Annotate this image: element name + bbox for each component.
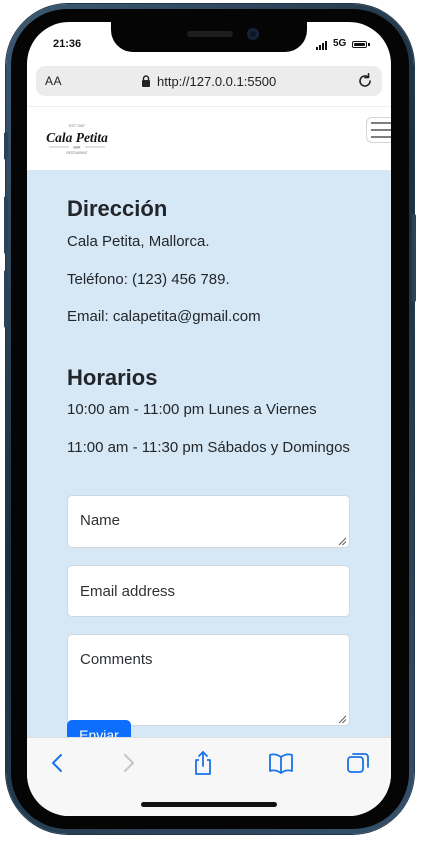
volume-down-button — [4, 270, 8, 328]
direccion-heading: Dirección — [67, 196, 168, 221]
url-text[interactable]: http://127.0.0.1:5500 — [157, 74, 276, 89]
reload-icon[interactable] — [356, 72, 374, 90]
weekday-hours: 10:00 am - 11:00 pm Lunes a Viernes — [67, 401, 317, 418]
share-icon[interactable] — [190, 750, 216, 776]
text-size-button[interactable]: AA — [45, 74, 62, 88]
lock-icon — [142, 75, 150, 87]
battery-icon — [352, 41, 367, 48]
site-header: EST 1987 Cala Petita BAR RESTAURANT — [27, 106, 391, 171]
weekend-hours: 11:00 am - 11:30 pm Sábados y Domingos — [67, 439, 350, 456]
comments-field[interactable] — [67, 634, 350, 726]
status-time: 21:36 — [53, 38, 82, 50]
logo-upper-text: EST 1987 — [69, 124, 85, 128]
forward-icon — [124, 754, 134, 772]
address-bar[interactable]: AA http://127.0.0.1:5500 — [36, 66, 382, 96]
name-field[interactable] — [67, 495, 350, 548]
email-field[interactable] — [67, 565, 350, 617]
tabs-icon[interactable] — [345, 750, 371, 776]
horarios-heading: Horarios — [67, 365, 158, 390]
logo-main-text: Cala Petita — [46, 130, 108, 145]
address-text: Cala Petita, Mallorca. — [67, 233, 210, 250]
browser-toolbar — [27, 737, 391, 816]
bookmarks-icon[interactable] — [268, 750, 294, 776]
phone-text: Teléfono: (123) 456 789. — [67, 271, 230, 288]
resize-grip-icon[interactable] — [338, 715, 347, 724]
speaker — [187, 31, 233, 37]
mute-switch — [4, 132, 8, 160]
volume-up-button — [4, 196, 8, 254]
power-button — [412, 214, 416, 302]
notch — [111, 22, 307, 52]
contact-section: Dirección Cala Petita, Mallorca. Teléfon… — [27, 170, 391, 770]
front-camera — [247, 28, 259, 40]
back-icon[interactable] — [45, 750, 71, 776]
battery-cap — [368, 43, 370, 46]
hamburger-icon — [371, 122, 391, 138]
signal-icon — [316, 41, 330, 50]
logo-lower-text: RESTAURANT — [66, 151, 87, 155]
phone-screen: 21:36 5G AA http://127.0.0.1:5500 EST 19… — [27, 22, 391, 816]
resize-grip-icon[interactable] — [338, 537, 347, 546]
email-text: Email: calapetita@gmail.com — [67, 308, 261, 325]
home-indicator — [141, 802, 277, 807]
cala-petita-logo[interactable]: EST 1987 Cala Petita BAR RESTAURANT — [43, 117, 111, 161]
network-type: 5G — [333, 38, 347, 49]
menu-toggle-button[interactable] — [366, 117, 391, 143]
logo-mid-text: BAR — [74, 146, 82, 150]
